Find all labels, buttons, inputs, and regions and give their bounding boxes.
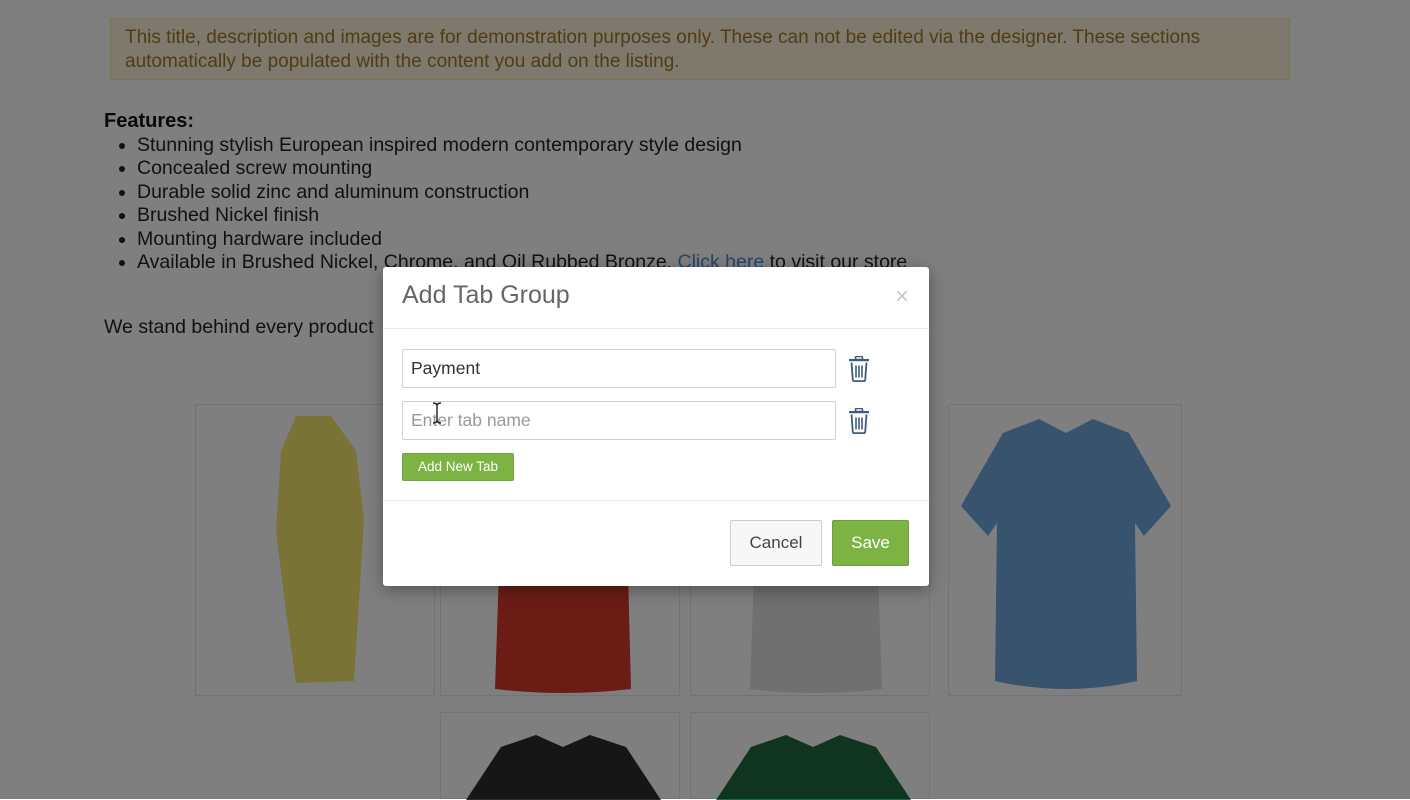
cancel-button[interactable]: Cancel bbox=[730, 520, 822, 566]
close-button[interactable]: × bbox=[889, 284, 915, 310]
tab-name-input[interactable] bbox=[402, 349, 836, 388]
save-button[interactable]: Save bbox=[832, 520, 909, 566]
dialog-footer: Cancel Save bbox=[383, 500, 929, 586]
dialog-title: Add Tab Group bbox=[402, 281, 570, 309]
add-tab-group-dialog: Add Tab Group × Add New Tab Cancel Save bbox=[383, 267, 929, 586]
tab-row bbox=[402, 349, 902, 389]
tab-row bbox=[402, 401, 902, 441]
tab-name-input[interactable] bbox=[402, 401, 836, 440]
add-new-tab-button[interactable]: Add New Tab bbox=[402, 453, 514, 481]
text-cursor-icon bbox=[432, 402, 442, 424]
dialog-header: Add Tab Group × bbox=[383, 267, 929, 329]
trash-icon[interactable] bbox=[848, 408, 870, 434]
trash-icon[interactable] bbox=[848, 356, 870, 382]
